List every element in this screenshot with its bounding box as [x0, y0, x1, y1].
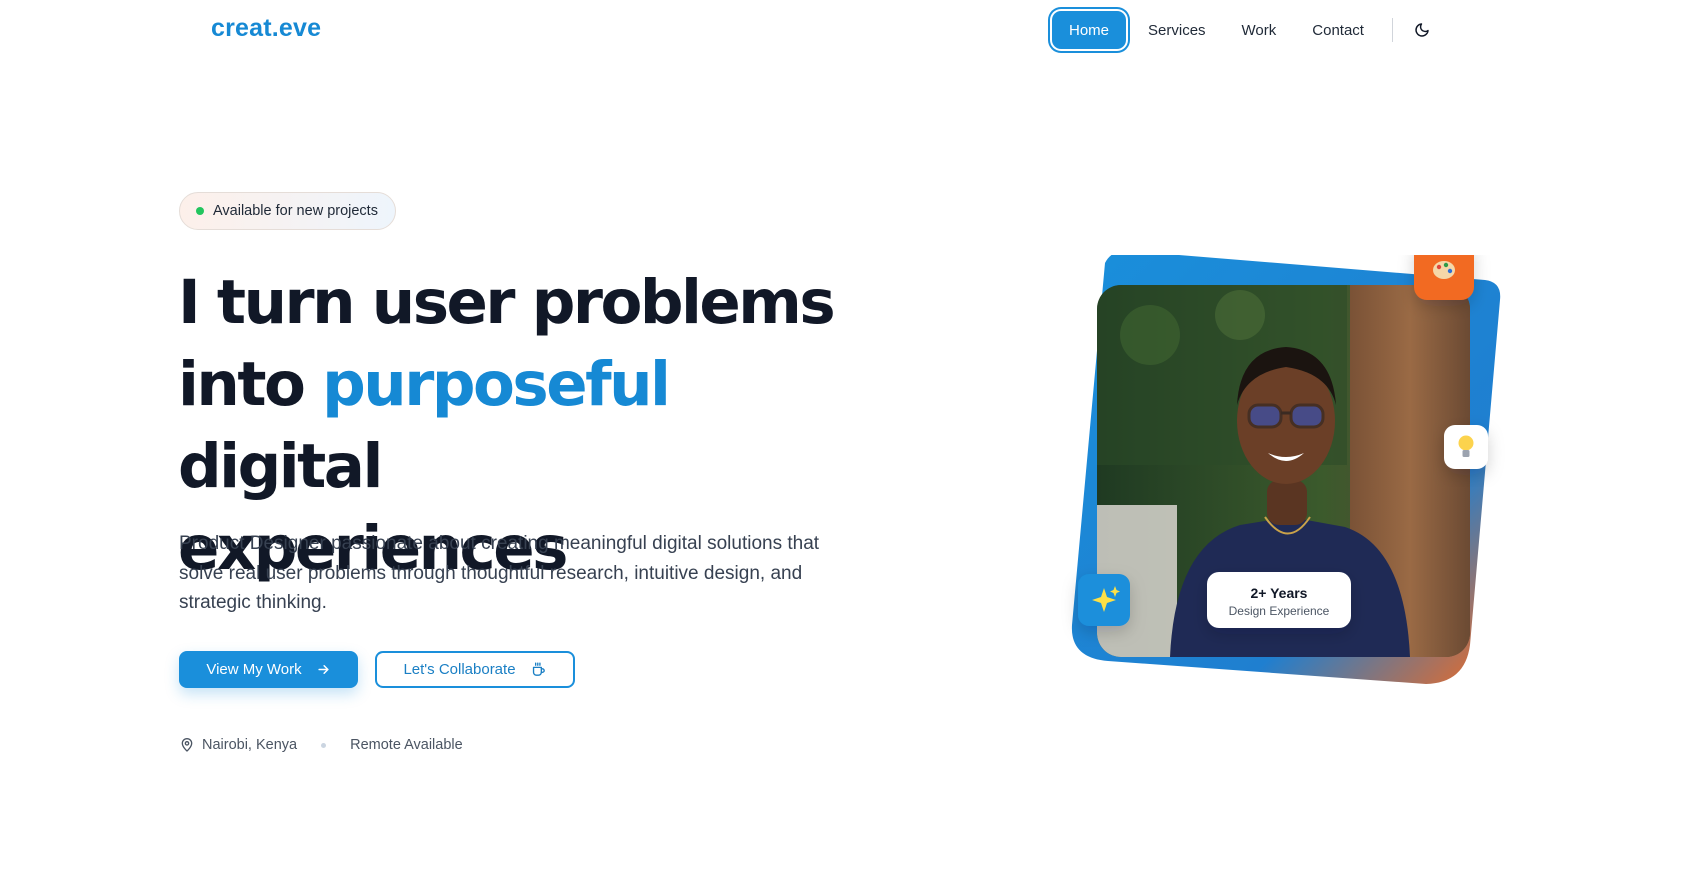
main-nav: Home Services Work Contact	[1052, 10, 1437, 50]
location-meta: Nairobi, Kenya Remote Available	[179, 737, 463, 753]
headline-line-2-end: digital	[178, 431, 383, 502]
palette-icon	[1414, 255, 1474, 300]
map-pin-icon	[181, 738, 193, 752]
hero-visual: 2+ Years Design Experience	[1071, 255, 1501, 684]
headline-line-2-start: into	[178, 349, 323, 420]
remote-available-text: Remote Available	[350, 737, 463, 753]
status-dot	[196, 207, 204, 215]
theme-toggle-button[interactable]	[1407, 15, 1437, 45]
availability-badge-text: Available for new projects	[213, 203, 378, 219]
moon-icon	[1415, 23, 1429, 37]
lets-collaborate-label: Let's Collaborate	[403, 661, 516, 678]
location-text: Nairobi, Kenya	[202, 737, 298, 753]
sparkles-icon	[1078, 574, 1130, 626]
nav-divider	[1391, 18, 1393, 42]
nav-work[interactable]: Work	[1224, 11, 1295, 49]
nav-contact[interactable]: Contact	[1294, 11, 1382, 49]
view-my-work-label: View My Work	[206, 661, 302, 678]
coffee-cup-icon	[532, 662, 545, 676]
logo[interactable]: creat.eve	[211, 14, 321, 43]
availability-badge: Available for new projects	[179, 192, 396, 230]
lets-collaborate-button[interactable]: Let's Collaborate	[375, 651, 575, 688]
nav-home[interactable]: Home	[1052, 11, 1127, 49]
nav-services[interactable]: Services	[1130, 11, 1224, 49]
stat-value: 2+ Years	[1251, 585, 1308, 601]
headline-line-1: I turn user problems	[178, 267, 836, 338]
lightbulb-icon	[1444, 425, 1488, 469]
headline-accent-word: purposeful	[322, 349, 671, 420]
stat-label: Design Experience	[1229, 604, 1330, 618]
view-my-work-button[interactable]: View My Work	[179, 651, 358, 688]
arrow-right-icon	[318, 665, 329, 674]
hero-description: Product Designer passionate about creati…	[179, 533, 820, 613]
meta-separator	[321, 742, 327, 748]
